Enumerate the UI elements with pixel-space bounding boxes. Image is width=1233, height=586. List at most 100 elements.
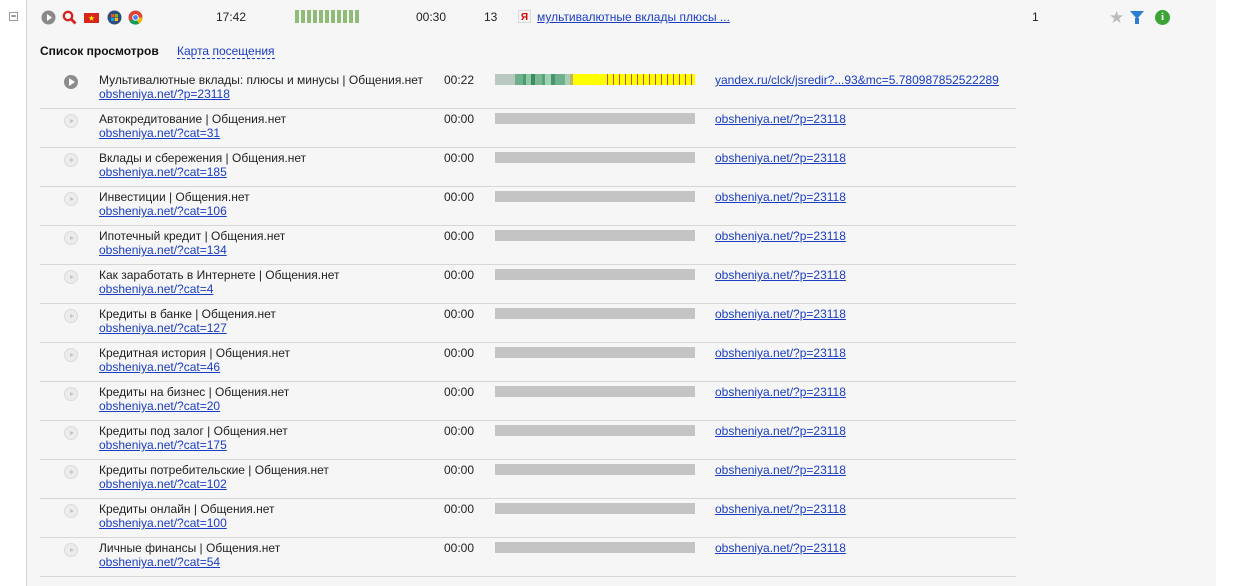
timeline-bar — [495, 425, 695, 436]
star-icon[interactable]: ★ — [1109, 9, 1124, 26]
referrer-link[interactable]: obsheniya.net/?p=23118 — [715, 502, 846, 516]
referrer-link[interactable]: obsheniya.net/?p=23118 — [715, 424, 846, 438]
page-url-link[interactable]: obsheniya.net/?cat=127 — [99, 321, 227, 335]
chrome-icon — [128, 10, 143, 25]
referrer-link[interactable]: obsheniya.net/?p=23118 — [715, 346, 846, 360]
timeline-segment — [535, 74, 542, 85]
page-duration: 00:00 — [444, 424, 475, 438]
click-marker — [691, 74, 692, 85]
pageview-row: Как заработать в Интернете | Общения.нет… — [40, 264, 1016, 304]
click-marker — [637, 74, 638, 85]
referrer-link[interactable]: obsheniya.net/?p=23118 — [715, 541, 846, 555]
page-url-link[interactable]: obsheniya.net/?cat=100 — [99, 516, 227, 530]
page-url-link[interactable]: obsheniya.net/?cat=185 — [99, 165, 227, 179]
referrer-link[interactable]: yandex.ru/clck/jsredir?...93&mc=5.780987… — [715, 73, 999, 87]
pageview-row: Инвестиции | Общения.нет obsheniya.net/?c… — [40, 186, 1016, 226]
play-icon[interactable] — [64, 270, 78, 284]
play-icon[interactable] — [64, 426, 78, 440]
page-title: Автокредитование | Общения.нет — [99, 112, 287, 126]
timeline-bar — [495, 113, 695, 124]
timeline-bar — [495, 308, 695, 319]
page-url-link[interactable]: obsheniya.net/?cat=134 — [99, 243, 227, 257]
play-icon[interactable] — [64, 192, 78, 206]
visit-duration: 00:30 — [416, 10, 447, 24]
play-icon[interactable] — [64, 504, 78, 518]
page-title: Кредиты под залог | Общения.нет — [99, 424, 288, 438]
filter-icon-stem — [1135, 18, 1139, 24]
pageview-row: Личные финансы | Общения.нет obsheniya.ne… — [40, 537, 1016, 577]
play-icon[interactable] — [64, 75, 78, 89]
referrer-link[interactable]: obsheniya.net/?p=23118 — [715, 151, 846, 165]
click-marker — [655, 74, 656, 85]
page-url-link[interactable]: obsheniya.net/?cat=54 — [99, 555, 220, 569]
page-duration: 00:00 — [444, 463, 475, 477]
click-marker — [625, 74, 626, 85]
click-marker — [673, 74, 674, 85]
referrer-link[interactable]: obsheniya.net/?p=23118 — [715, 229, 846, 243]
visit-summary-row: 17:42 00:30 13 Я мультивалютные вклады п… — [27, 0, 1216, 34]
referrer-link[interactable]: obsheniya.net/?p=23118 — [715, 463, 846, 477]
play-icon[interactable] — [64, 309, 78, 323]
referrer-link[interactable]: obsheniya.net/?p=23118 — [715, 190, 846, 204]
timeline-segment — [573, 74, 695, 85]
page-url-link[interactable]: obsheniya.net/?cat=4 — [99, 282, 213, 296]
timeline-segment — [495, 74, 515, 85]
timeline-bar — [495, 191, 695, 202]
timeline-bar — [495, 347, 695, 358]
page-title: Кредиты в банке | Общения.нет — [99, 307, 276, 321]
timeline-bar — [495, 464, 695, 475]
click-marker — [607, 74, 608, 85]
referrer-link[interactable]: obsheniya.net/?p=23118 — [715, 385, 846, 399]
expand-collapse-icon[interactable]: − — [9, 12, 18, 21]
page-title: Ипотечный кредит | Общения.нет — [99, 229, 286, 243]
tab-view-list[interactable]: Список просмотров — [40, 44, 159, 58]
play-icon[interactable] — [64, 348, 78, 362]
page-duration: 00:00 — [444, 151, 475, 165]
referrer-link[interactable]: obsheniya.net/?p=23118 — [715, 112, 846, 126]
play-icon[interactable] — [64, 114, 78, 128]
page-title: Кредиты на бизнес | Общения.нет — [99, 385, 290, 399]
timeline-segment — [515, 74, 523, 85]
pageview-row: Кредитная история | Общения.нет obsheniya… — [40, 342, 1016, 382]
timeline-bar — [495, 74, 695, 85]
page-url-link[interactable]: obsheniya.net/?cat=106 — [99, 204, 227, 218]
search-phrase-link[interactable]: мультивалютные вклады плюсы ... — [537, 10, 730, 24]
referrer-link[interactable]: obsheniya.net/?p=23118 — [715, 268, 846, 282]
play-icon[interactable] — [64, 231, 78, 245]
page-url-link[interactable]: obsheniya.net/?cat=20 — [99, 399, 220, 413]
click-marker — [679, 74, 680, 85]
page-title: Кредитная история | Общения.нет — [99, 346, 290, 360]
activity-bar — [295, 10, 359, 23]
info-icon[interactable]: i — [1155, 10, 1170, 25]
timeline-bar — [495, 386, 695, 397]
page-duration: 00:00 — [444, 190, 475, 204]
play-icon[interactable] — [64, 465, 78, 479]
referrer-link[interactable]: obsheniya.net/?p=23118 — [715, 307, 846, 321]
tab-visit-map[interactable]: Карта посещения — [177, 44, 275, 59]
page-url-link[interactable]: obsheniya.net/?cat=46 — [99, 360, 220, 374]
timeline-bar — [495, 152, 695, 163]
pageview-row: Кредиты потребительские | Общения.нет obs… — [40, 459, 1016, 499]
page-url-link[interactable]: obsheniya.net/?cat=175 — [99, 438, 227, 452]
play-icon[interactable] — [41, 10, 56, 25]
page-title: Вклады и сбережения | Общения.нет — [99, 151, 307, 165]
click-marker — [661, 74, 662, 85]
play-icon[interactable] — [64, 543, 78, 557]
page-duration: 00:00 — [444, 307, 475, 321]
page-title: Личные финансы | Общения.нет — [99, 541, 281, 555]
page-url-link[interactable]: obsheniya.net/?cat=102 — [99, 477, 227, 491]
pageview-row: Кредиты в банке | Общения.нет obsheniya.n… — [40, 303, 1016, 343]
play-icon[interactable] — [64, 153, 78, 167]
windows-icon — [107, 10, 122, 25]
page-title: Кредиты потребительские | Общения.нет — [99, 463, 329, 477]
visit-count: 1 — [1032, 10, 1039, 24]
pageview-row: Кредиты на бизнес | Общения.нет obsheniya… — [40, 381, 1016, 421]
page-url-link[interactable]: obsheniya.net/?p=23118 — [99, 87, 230, 101]
page-url-link[interactable]: obsheniya.net/?cat=31 — [99, 126, 220, 140]
play-icon[interactable] — [64, 387, 78, 401]
click-marker — [619, 74, 620, 85]
pageview-row: Кредиты под залог | Общения.нет obsheniya… — [40, 420, 1016, 460]
yandex-icon: Я — [518, 10, 531, 23]
page-duration: 00:00 — [444, 385, 475, 399]
page-title: Как заработать в Интернете | Общения.нет — [99, 268, 340, 282]
